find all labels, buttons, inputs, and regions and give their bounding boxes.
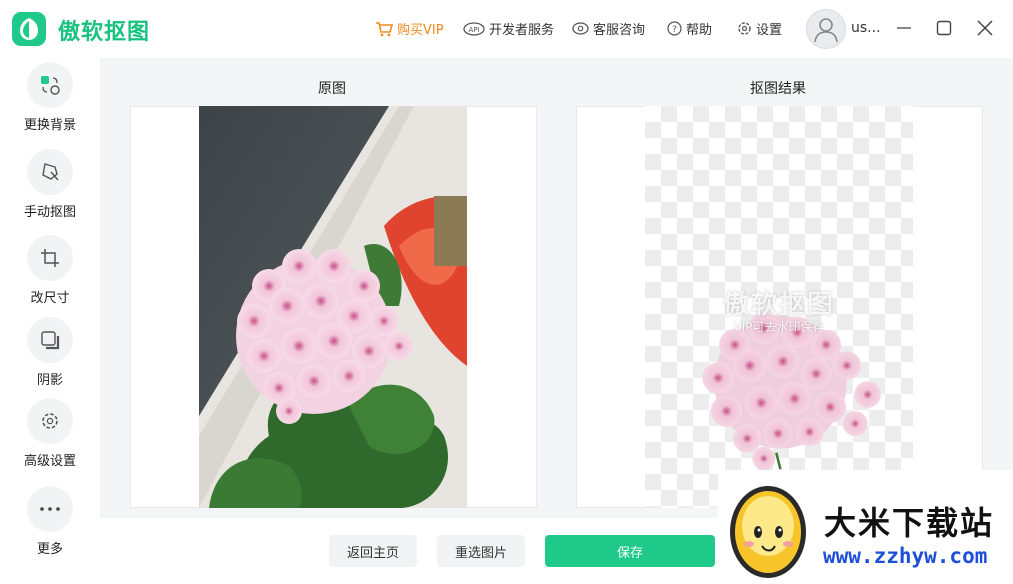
- watermark-title: 傲软抠图: [722, 290, 835, 320]
- site-badge: 大米下载站 www.zzhyw.com: [718, 470, 1013, 584]
- reselect-image-button[interactable]: 重选图片: [437, 535, 525, 567]
- app-title: 傲软抠图: [58, 20, 151, 45]
- badge-site-url: www.zzhyw.com: [823, 544, 988, 568]
- cart-icon: [376, 21, 393, 36]
- user-icon: [814, 18, 838, 43]
- sidebar-label-change-background: 更换背景: [23, 118, 76, 133]
- customer-service-button[interactable]: 客服咨询: [572, 19, 645, 38]
- manual-cutout-icon: [27, 149, 73, 195]
- help-icon: ?: [667, 21, 682, 36]
- app-logo-icon: [12, 12, 46, 46]
- swap-background-icon: [27, 62, 73, 108]
- developer-service-label: 开发者服务: [489, 23, 555, 38]
- developer-service-button[interactable]: API 开发者服务: [463, 19, 554, 38]
- sidebar-label-resize: 改尺寸: [30, 291, 70, 306]
- sidebar-item-change-background[interactable]: 更换背景: [0, 62, 100, 133]
- svg-text:?: ?: [672, 25, 677, 35]
- headset-icon: [572, 22, 589, 35]
- watermark-subtitle: VIP可去水印保存: [733, 320, 825, 334]
- original-image: [199, 106, 467, 508]
- svg-text:API: API: [468, 26, 479, 34]
- gear-icon: [738, 22, 751, 35]
- help-label: 帮助: [686, 23, 713, 38]
- minimize-icon: [897, 27, 911, 29]
- sidebar-label-more: 更多: [36, 542, 63, 557]
- buy-vip-label: 购买VIP: [397, 23, 444, 38]
- preview-area: 原图 抠图结果 傲软抠图 VIP可去水印保存: [100, 58, 1013, 518]
- api-icon: API: [463, 21, 485, 36]
- advanced-settings-icon: [27, 398, 73, 444]
- maximize-icon: [936, 20, 952, 36]
- result-image: 傲软抠图 VIP可去水印保存: [645, 106, 913, 508]
- sidebar-item-more[interactable]: 更多: [0, 486, 100, 557]
- help-button[interactable]: ? 帮助: [667, 19, 712, 38]
- sidebar-item-advanced-settings[interactable]: 高级设置: [0, 398, 100, 469]
- crop-icon: [27, 235, 73, 281]
- app-window: 傲软抠图 购买VIP API 开发者服务 客服咨询 ? 帮助 设置 us...: [0, 0, 1013, 584]
- sidebar-label-manual-cutout: 手动抠图: [23, 205, 76, 220]
- username[interactable]: us...: [851, 20, 881, 36]
- title-bar: 傲软抠图 购买VIP API 开发者服务 客服咨询 ? 帮助 设置 us...: [0, 0, 1013, 58]
- customer-service-label: 客服咨询: [593, 23, 646, 38]
- close-button[interactable]: [974, 17, 996, 39]
- close-icon: [977, 20, 993, 36]
- avatar[interactable]: [806, 9, 846, 49]
- sidebar-item-shadow[interactable]: 阴影: [0, 317, 100, 388]
- settings-label: 设置: [756, 23, 783, 38]
- result-title: 抠图结果: [750, 81, 806, 97]
- maximize-button[interactable]: [933, 17, 955, 39]
- buy-vip-button[interactable]: 购买VIP: [375, 19, 444, 38]
- save-button[interactable]: 保存: [545, 535, 715, 567]
- sidebar-label-shadow: 阴影: [36, 373, 63, 388]
- shadow-icon: [27, 317, 73, 363]
- back-home-button[interactable]: 返回主页: [329, 535, 417, 567]
- original-title: 原图: [318, 81, 346, 97]
- sidebar: 更换背景 手动抠图 改尺寸 阴影 高级设置 更多: [0, 58, 100, 584]
- egg-mascot-icon: [730, 486, 806, 578]
- minimize-button[interactable]: [893, 17, 915, 39]
- sidebar-item-resize[interactable]: 改尺寸: [0, 235, 100, 306]
- more-icon: [27, 486, 73, 532]
- sidebar-label-advanced-settings: 高级设置: [23, 454, 76, 469]
- settings-button[interactable]: 设置: [737, 19, 782, 38]
- badge-site-name: 大米下载站: [824, 504, 995, 542]
- sidebar-item-manual-cutout[interactable]: 手动抠图: [0, 149, 100, 220]
